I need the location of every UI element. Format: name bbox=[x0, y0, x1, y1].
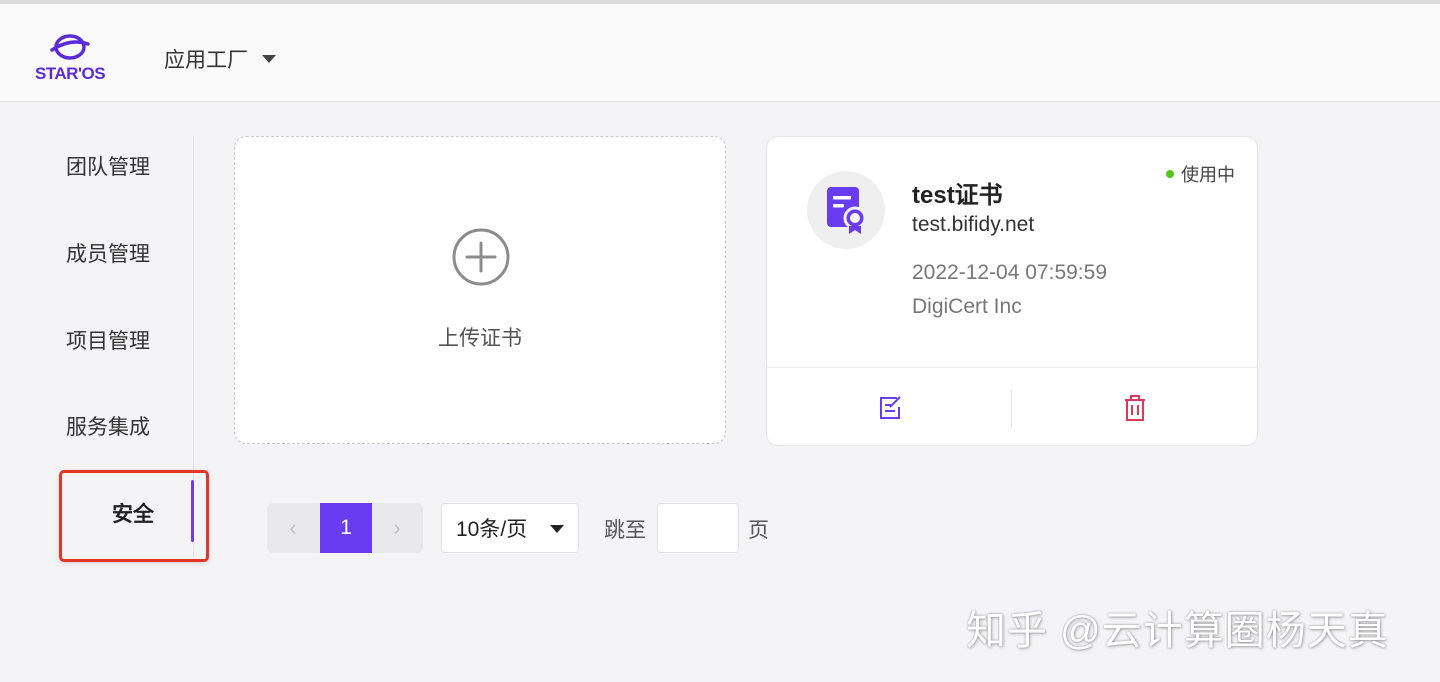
page-size-label: 10条/页 bbox=[456, 518, 528, 541]
jump-to-label: 跳至 bbox=[604, 519, 646, 542]
annotation-highlight-box bbox=[59, 470, 209, 562]
sidebar-item-label: 成员管理 bbox=[66, 243, 150, 266]
certificate-domain: test.bifidy.net bbox=[912, 213, 1035, 236]
sidebar-item-members[interactable]: 成员管理 bbox=[0, 223, 190, 283]
upload-certificate-card[interactable]: 上传证书 bbox=[234, 136, 726, 444]
staros-logo[interactable]: STAR'OS bbox=[30, 32, 110, 86]
staros-logo-icon bbox=[50, 34, 90, 60]
trash-icon[interactable] bbox=[1122, 394, 1148, 422]
status-label: 使用中 bbox=[1181, 165, 1235, 185]
caret-down-icon bbox=[262, 55, 276, 63]
logo-text: STAR'OS bbox=[34, 64, 106, 83]
action-divider bbox=[1011, 390, 1012, 428]
sidebar-item-team[interactable]: 团队管理 bbox=[0, 136, 190, 196]
edit-icon[interactable] bbox=[877, 394, 903, 422]
status-badge: 使用中 bbox=[1166, 161, 1235, 187]
caret-down-icon bbox=[550, 525, 564, 533]
upload-certificate-label: 上传证书 bbox=[438, 327, 522, 350]
certificate-actions bbox=[767, 367, 1257, 447]
certificate-avatar bbox=[807, 171, 885, 249]
prev-page-button[interactable]: ‹ bbox=[267, 503, 319, 553]
certificate-card: test证书 test.bifidy.net 2022-12-04 07:59:… bbox=[766, 136, 1258, 446]
pagination: ‹ 1 › bbox=[267, 503, 423, 553]
certificate-expiry: 2022-12-04 07:59:59 bbox=[912, 261, 1107, 284]
sidebar-item-label: 项目管理 bbox=[66, 330, 150, 353]
app-switcher-label: 应用工厂 bbox=[164, 49, 248, 72]
page-1-button[interactable]: 1 bbox=[320, 503, 372, 553]
certificate-icon bbox=[827, 187, 867, 234]
sidebar-item-label: 服务集成 bbox=[66, 416, 150, 439]
sidebar-item-label: 团队管理 bbox=[66, 156, 150, 179]
sidebar-item-integrations[interactable]: 服务集成 bbox=[0, 396, 190, 456]
plus-circle-icon bbox=[452, 228, 510, 286]
status-dot-icon bbox=[1166, 170, 1174, 178]
page-size-select[interactable]: 10条/页 bbox=[441, 503, 579, 553]
certificate-name: test证书 bbox=[912, 182, 1003, 209]
certificate-issuer: DigiCert Inc bbox=[912, 295, 1022, 318]
jump-page-input[interactable] bbox=[657, 503, 739, 553]
watermark-text: 知乎 @云计算圈杨天真 bbox=[966, 609, 1389, 653]
page-unit-label: 页 bbox=[748, 519, 769, 542]
top-header: STAR'OS 应用工厂 bbox=[0, 0, 1440, 102]
app-switcher-dropdown[interactable]: 应用工厂 bbox=[164, 44, 276, 74]
next-page-button[interactable]: › bbox=[371, 503, 423, 553]
sidebar-item-projects[interactable]: 项目管理 bbox=[0, 310, 190, 370]
